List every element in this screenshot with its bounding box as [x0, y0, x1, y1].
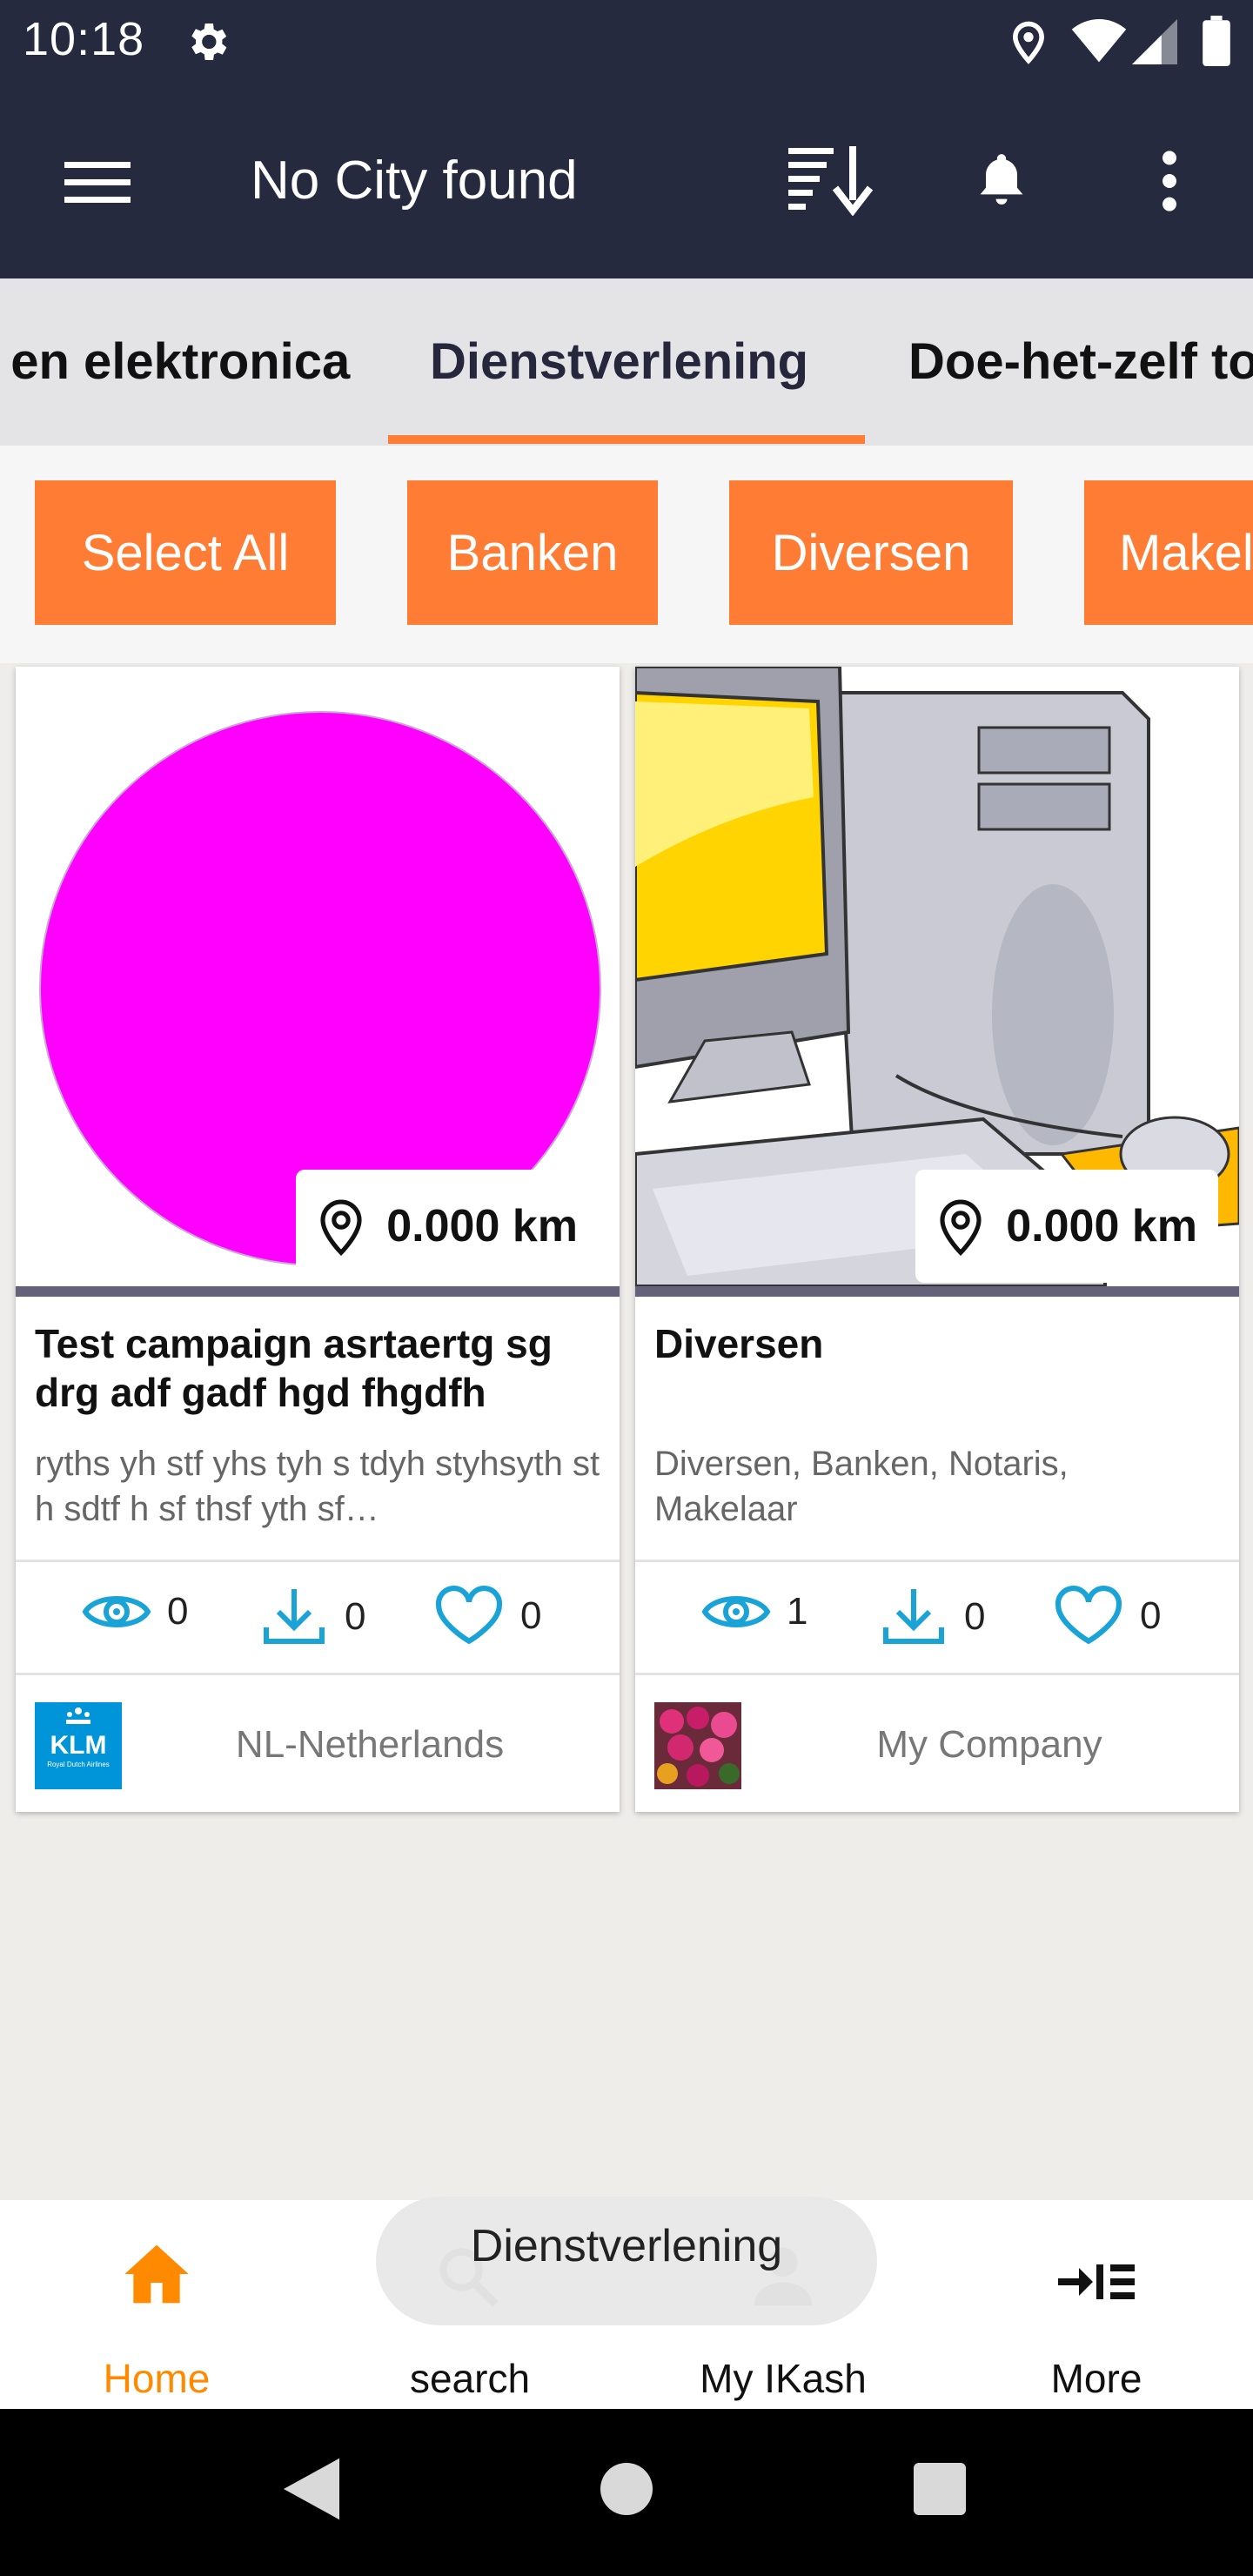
system-navigation-bar — [0, 2409, 1253, 2576]
card-title: Test campaign asrtaertg sg drg adf gadf … — [35, 1321, 553, 1415]
tab-computers[interactable]: Computers en elektronica — [0, 332, 350, 391]
likes-stat[interactable]: 0 — [1053, 1586, 1161, 1647]
tab-doe-het-zelf[interactable]: Doe-het-zelf tools — [908, 332, 1253, 391]
chip-banken[interactable]: Banken — [407, 480, 658, 625]
heart-icon[interactable] — [1053, 1586, 1124, 1647]
crown-icon — [66, 1707, 90, 1724]
page-title: No City found — [251, 151, 578, 211]
distance-badge: 0.000 km — [296, 1170, 599, 1283]
distance-value: 0.000 km — [386, 1201, 578, 1251]
company-logo: KLM Royal Dutch Airlines — [35, 1702, 122, 1789]
campaign-card[interactable]: 0.000 km Diversen Diversen, Banken, Nota… — [635, 667, 1239, 1812]
chip-makelaar[interactable]: Makelaar — [1084, 480, 1253, 625]
downloads-stat: 0 — [879, 1586, 985, 1648]
notification-bell-icon[interactable] — [975, 150, 1029, 212]
active-tab-indicator — [388, 435, 865, 444]
sort-icon[interactable] — [785, 143, 879, 216]
home-circle-icon[interactable] — [600, 2463, 653, 2515]
status-bar: 10:18 — [0, 0, 1253, 84]
recents-icon[interactable] — [914, 2463, 966, 2515]
more-list-icon — [1058, 2264, 1135, 2299]
company-name: NL-Netherlands — [235, 1723, 505, 1766]
eye-icon — [82, 1596, 151, 1627]
chip-select-all[interactable]: Select All — [35, 480, 336, 625]
heart-icon[interactable] — [433, 1586, 505, 1647]
views-stat: 1 — [701, 1586, 807, 1638]
card-stats: 1 0 0 — [635, 1563, 1239, 1667]
back-icon[interactable] — [284, 2458, 339, 2520]
card-description: ryths yh stf yhs tyh s tdyh styhsyth st … — [35, 1445, 600, 1528]
download-icon — [264, 1589, 325, 1644]
card-footer: My Company — [635, 1673, 1239, 1812]
card-title: Diversen — [654, 1321, 824, 1366]
campaign-card[interactable]: 0.000 km Test campaign asrtaertg sg drg … — [16, 667, 620, 1812]
subcategory-chips: Select All Banken Diversen Makelaar — [0, 446, 1253, 663]
home-icon — [124, 2244, 189, 2304]
download-icon — [883, 1589, 944, 1644]
downloads-stat: 0 — [259, 1586, 365, 1648]
distance-value: 0.000 km — [1006, 1201, 1197, 1251]
card-description: Diversen, Banken, Notaris, Makelaar — [654, 1445, 1069, 1528]
nav-more[interactable]: More — [940, 2200, 1253, 2409]
overflow-menu-icon[interactable] — [1150, 148, 1189, 214]
eye-icon — [701, 1596, 771, 1627]
flowers-icon — [654, 1702, 741, 1789]
views-stat: 0 — [82, 1586, 188, 1638]
settings-icon — [191, 23, 227, 60]
battery-icon — [1203, 16, 1230, 66]
menu-icon[interactable] — [63, 157, 132, 209]
card-stats: 0 0 0 — [16, 1563, 620, 1667]
likes-stat[interactable]: 0 — [433, 1586, 541, 1647]
location-pin-icon — [320, 1199, 362, 1256]
card-footer: KLM Royal Dutch Airlines NL-Netherlands — [16, 1673, 620, 1812]
company-name: My Company — [876, 1723, 1102, 1766]
tab-dienstverlening[interactable]: Dienstverlening — [430, 332, 808, 391]
location-pin-icon — [940, 1199, 982, 1256]
wifi-icon — [1071, 19, 1127, 63]
company-logo — [654, 1702, 741, 1789]
location-status-icon — [1013, 21, 1044, 64]
status-time: 10:18 — [23, 13, 145, 65]
category-tabs: Computers en elektronica Dienstverlening… — [0, 278, 1253, 446]
chip-diversen[interactable]: Diversen — [729, 480, 1013, 625]
signal-icon — [1132, 19, 1177, 64]
distance-badge: 0.000 km — [915, 1170, 1218, 1283]
nav-home[interactable]: Home — [0, 2200, 313, 2409]
toolbar: No City found — [0, 84, 1253, 278]
toast-message: Dienstverlening — [376, 2197, 877, 2325]
